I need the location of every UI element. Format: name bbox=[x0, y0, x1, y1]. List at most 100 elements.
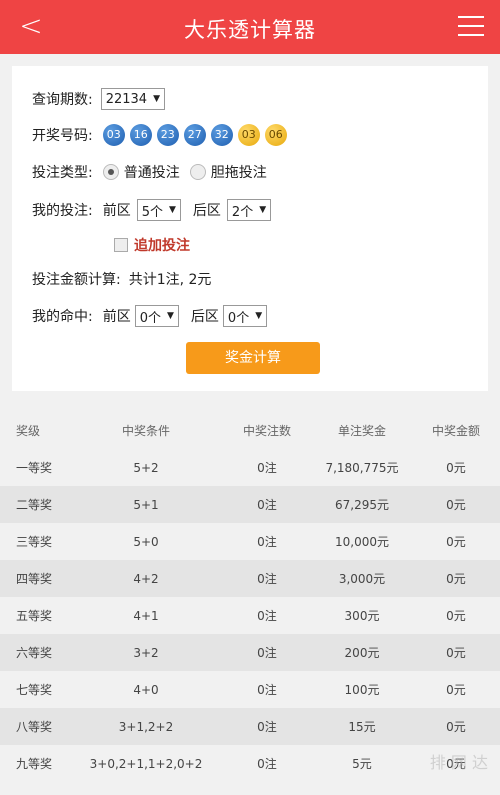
back-count-value: 2个 bbox=[231, 204, 254, 220]
calculator-form: 查询期数: 22134 ▼ 开奖号码: 03 16 23 27 32 03 06… bbox=[12, 66, 488, 391]
my-bet-row: 我的投注: 前区 5个 ▼ 后区 2个 ▼ bbox=[32, 198, 272, 222]
cell-count: 0注 bbox=[257, 498, 277, 512]
radio-selected-icon[interactable] bbox=[102, 164, 119, 180]
cell-condition: 5+2 bbox=[133, 460, 159, 475]
header-level: 奖级 bbox=[16, 424, 41, 438]
cell-total-prize: 0元 bbox=[446, 683, 466, 697]
cell-unit-prize: 200元 bbox=[344, 646, 380, 660]
radio-icon[interactable] bbox=[189, 164, 206, 180]
issue-label: 查询期数: bbox=[32, 92, 93, 108]
cell-total-prize: 0元 bbox=[446, 572, 466, 586]
cell-level: 八等奖 bbox=[16, 720, 53, 734]
table-row: 九等奖 3+0,2+1,1+2,0+2 0注 5元 0元 bbox=[0, 745, 500, 782]
cell-count: 0注 bbox=[257, 609, 277, 623]
hit-back-select[interactable]: 0个 ▼ bbox=[222, 305, 268, 327]
calculate-button[interactable]: 奖金计算 bbox=[186, 342, 320, 374]
amount-row: 投注金额计算: 共计1注, 2元 bbox=[32, 267, 211, 291]
cell-total-prize: 0元 bbox=[446, 646, 466, 660]
bet-type-row: 投注类型: 普通投注 胆拖投注 bbox=[32, 160, 267, 184]
cell-count: 0注 bbox=[257, 461, 277, 475]
hit-label: 我的命中: bbox=[32, 309, 93, 325]
hit-front-label: 前区 bbox=[102, 309, 131, 325]
cell-level: 九等奖 bbox=[16, 757, 53, 771]
header-unit-prize: 单注奖金 bbox=[337, 424, 386, 438]
cell-condition: 4+1 bbox=[133, 608, 159, 623]
cell-level: 二等奖 bbox=[16, 498, 53, 512]
cell-unit-prize: 10,000元 bbox=[335, 535, 389, 549]
amount-label: 投注金额计算: bbox=[32, 272, 121, 288]
extra-bet-row[interactable]: 追加投注 bbox=[114, 233, 190, 257]
cell-total-prize: 0元 bbox=[446, 498, 466, 512]
table-row: 五等奖 4+1 0注 300元 0元 bbox=[0, 597, 500, 634]
cell-count: 0注 bbox=[257, 720, 277, 734]
cell-level: 七等奖 bbox=[16, 683, 53, 697]
front-ball: 16 bbox=[129, 124, 152, 146]
front-count-select[interactable]: 5个 ▼ bbox=[136, 199, 181, 221]
back-ball: 03 bbox=[237, 124, 260, 146]
bet-type-normal[interactable]: 普通投注 bbox=[102, 162, 180, 182]
issue-select[interactable]: 22134 ▼ bbox=[100, 88, 165, 110]
cell-count: 0注 bbox=[257, 535, 277, 549]
table-row: 六等奖 3+2 0注 200元 0元 bbox=[0, 634, 500, 671]
hit-front-select[interactable]: 0个 ▼ bbox=[134, 305, 179, 327]
bet-type-normal-label: 普通投注 bbox=[123, 165, 180, 181]
cell-unit-prize: 7,180,775元 bbox=[325, 461, 399, 475]
bet-type-dantuo-label: 胆拖投注 bbox=[210, 165, 267, 181]
app-header: < 大乐透计算器 bbox=[0, 0, 500, 54]
cell-level: 六等奖 bbox=[16, 646, 53, 660]
cell-count: 0注 bbox=[257, 572, 277, 586]
header-total-prize: 中奖金额 bbox=[431, 424, 480, 438]
header-condition: 中奖条件 bbox=[121, 424, 170, 438]
cell-unit-prize: 3,000元 bbox=[338, 572, 386, 586]
front-ball: 32 bbox=[210, 124, 233, 146]
issue-row: 查询期数: 22134 ▼ bbox=[32, 87, 165, 111]
front-ball: 23 bbox=[156, 124, 179, 146]
hit-back-label: 后区 bbox=[190, 309, 219, 325]
cell-level: 五等奖 bbox=[16, 609, 53, 623]
cell-count: 0注 bbox=[257, 757, 277, 771]
cell-condition: 4+2 bbox=[133, 571, 159, 586]
cell-total-prize: 0元 bbox=[446, 609, 466, 623]
cell-count: 0注 bbox=[257, 683, 277, 697]
cell-condition: 5+0 bbox=[133, 534, 159, 549]
chevron-down-icon: ▼ bbox=[153, 94, 160, 104]
page-title: 大乐透计算器 bbox=[184, 18, 316, 42]
draw-row: 开奖号码: 03 16 23 27 32 03 06 bbox=[32, 123, 292, 147]
table-header: 奖级 中奖条件 中奖注数 单注奖金 中奖金额 bbox=[0, 412, 500, 449]
cell-unit-prize: 15元 bbox=[348, 720, 376, 734]
table-row: 三等奖 5+0 0注 10,000元 0元 bbox=[0, 523, 500, 560]
chevron-down-icon: ▼ bbox=[255, 311, 263, 321]
bet-type-dantuo[interactable]: 胆拖投注 bbox=[189, 162, 267, 182]
table-row: 二等奖 5+1 0注 67,295元 0元 bbox=[0, 486, 500, 523]
table-row: 四等奖 4+2 0注 3,000元 0元 bbox=[0, 560, 500, 597]
cell-count: 0注 bbox=[257, 646, 277, 660]
cell-total-prize: 0元 bbox=[446, 720, 466, 734]
cell-total-prize: 0元 bbox=[446, 461, 466, 475]
cell-unit-prize: 67,295元 bbox=[335, 498, 389, 512]
bet-type-label: 投注类型: bbox=[32, 165, 93, 181]
cell-level: 一等奖 bbox=[16, 461, 53, 475]
chevron-down-icon: ▼ bbox=[259, 205, 267, 215]
cell-condition: 3+1,2+2 bbox=[118, 719, 174, 734]
chevron-down-icon: ▼ bbox=[167, 311, 174, 321]
front-label: 前区 bbox=[102, 203, 131, 219]
cell-unit-prize: 300元 bbox=[344, 609, 380, 623]
header-count: 中奖注数 bbox=[242, 424, 291, 438]
table-row: 八等奖 3+1,2+2 0注 15元 0元 bbox=[0, 708, 500, 745]
cell-level: 四等奖 bbox=[16, 572, 53, 586]
hit-front-value: 0个 bbox=[139, 310, 161, 326]
hit-row: 我的命中: 前区 0个 ▼ 后区 0个 ▼ bbox=[32, 304, 268, 328]
back-count-select[interactable]: 2个 ▼ bbox=[226, 199, 272, 221]
cell-condition: 4+0 bbox=[133, 682, 159, 697]
issue-value: 22134 bbox=[105, 91, 148, 107]
extra-bet-checkbox[interactable] bbox=[114, 238, 128, 252]
menu-icon[interactable] bbox=[458, 16, 484, 38]
cell-level: 三等奖 bbox=[16, 535, 53, 549]
front-count-value: 5个 bbox=[141, 204, 163, 220]
cell-unit-prize: 5元 bbox=[352, 757, 372, 771]
prize-table: 奖级 中奖条件 中奖注数 单注奖金 中奖金额 一等奖 5+2 0注 7,180,… bbox=[0, 412, 500, 782]
hit-back-value: 0个 bbox=[227, 310, 250, 326]
front-ball: 03 bbox=[102, 124, 125, 146]
back-label: 后区 bbox=[192, 203, 221, 219]
chevron-down-icon: ▼ bbox=[169, 205, 176, 215]
